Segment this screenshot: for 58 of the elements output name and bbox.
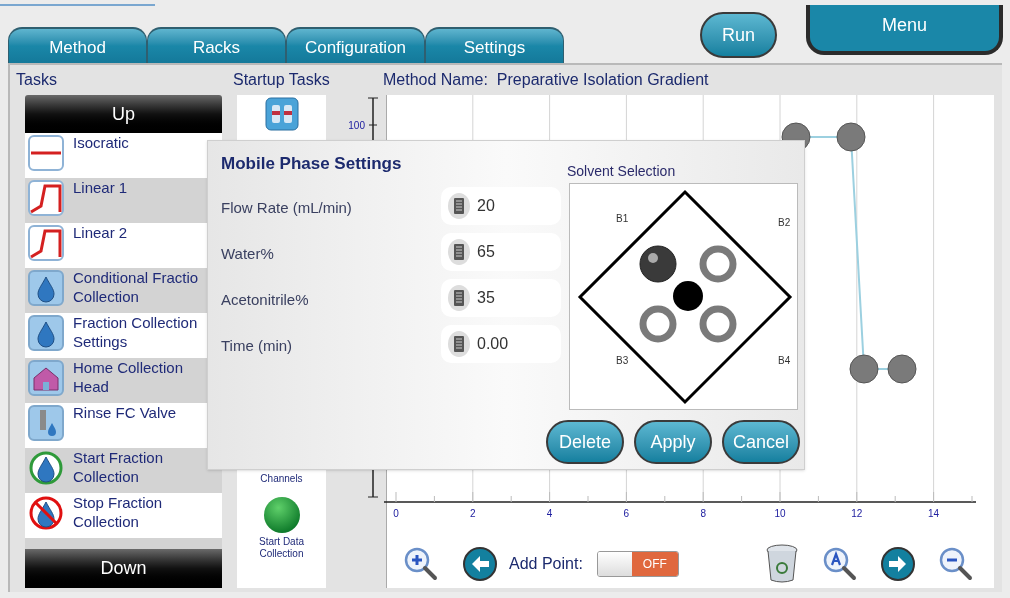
axis-tick-label: 6: [623, 508, 630, 519]
axis-tick-label: 12: [851, 508, 863, 519]
menu-button[interactable]: Menu: [806, 5, 1003, 55]
task-label[interactable]: Start Data Collection: [246, 536, 317, 560]
down-button[interactable]: Down: [25, 549, 222, 588]
axis-tick-label: 2: [470, 508, 476, 519]
no-drop-icon: [28, 495, 64, 531]
input-field[interactable]: 65: [441, 233, 561, 271]
axis-tick-label: 10: [774, 508, 786, 519]
method-name: Method Name: Preparative Isolation Gradient: [383, 70, 709, 90]
drop-icon: [28, 450, 64, 486]
up-button[interactable]: Up: [25, 95, 222, 133]
ball-icon: [262, 496, 301, 534]
keypad-icon: [447, 284, 471, 312]
task-item[interactable]: Isocratic: [25, 133, 222, 178]
zoom-out-icon[interactable]: [938, 547, 973, 581]
dialog-title: Mobile Phase Settings: [221, 153, 402, 175]
drop-icon: [28, 315, 64, 351]
vials-icon: [264, 97, 299, 131]
tab[interactable]: Method: [8, 27, 147, 63]
field-label: Acetonitrile%: [221, 290, 309, 310]
tab[interactable]: Settings: [425, 27, 564, 63]
axis-tick-label: 14: [928, 508, 940, 519]
input-field[interactable]: 20: [441, 187, 561, 225]
task-label[interactable]: Channels: [260, 471, 303, 486]
keypad-icon: [447, 192, 471, 220]
keypad-icon: [447, 330, 471, 358]
ramp-icon: [28, 225, 64, 261]
solvent-label: B2: [778, 217, 791, 228]
field-label: Water%: [221, 244, 274, 264]
zoom-reset-icon[interactable]: [822, 547, 857, 581]
task-item[interactable]: Stop Fraction Collection: [25, 493, 222, 538]
solvent-label: B1: [616, 213, 629, 224]
drop-icon: [28, 270, 64, 306]
house-icon: [28, 360, 64, 396]
axis-tick-label: 8: [700, 508, 706, 519]
zoom-in-icon[interactable]: [404, 547, 438, 581]
solvent-label: B3: [616, 355, 629, 366]
center-dot: [673, 281, 703, 311]
ramp-icon: [28, 180, 64, 216]
add-point-label: Add Point:: [509, 554, 583, 574]
tab[interactable]: Configuration: [286, 27, 425, 63]
axis-tick-label: 0: [393, 508, 399, 519]
field-label: Time (min): [221, 336, 293, 356]
section-title: Startup Tasks: [233, 70, 331, 90]
solvent-selector[interactable]: [639, 245, 677, 283]
input-field[interactable]: 35: [441, 279, 561, 317]
field-label: Flow Rate (mL/min): [221, 198, 352, 218]
valve-icon: [28, 405, 64, 441]
section-title: Tasks: [16, 70, 58, 90]
trash-icon[interactable]: [764, 544, 799, 584]
input-field[interactable]: 0.00: [441, 325, 561, 363]
solvent-label: B4: [778, 355, 791, 366]
section-title: Solvent Selection: [567, 162, 676, 181]
tab[interactable]: Racks: [147, 27, 286, 63]
axis-tick-label: 4: [546, 508, 553, 519]
keypad-icon: [447, 238, 471, 266]
axis-tick-label: 100: [348, 120, 365, 131]
